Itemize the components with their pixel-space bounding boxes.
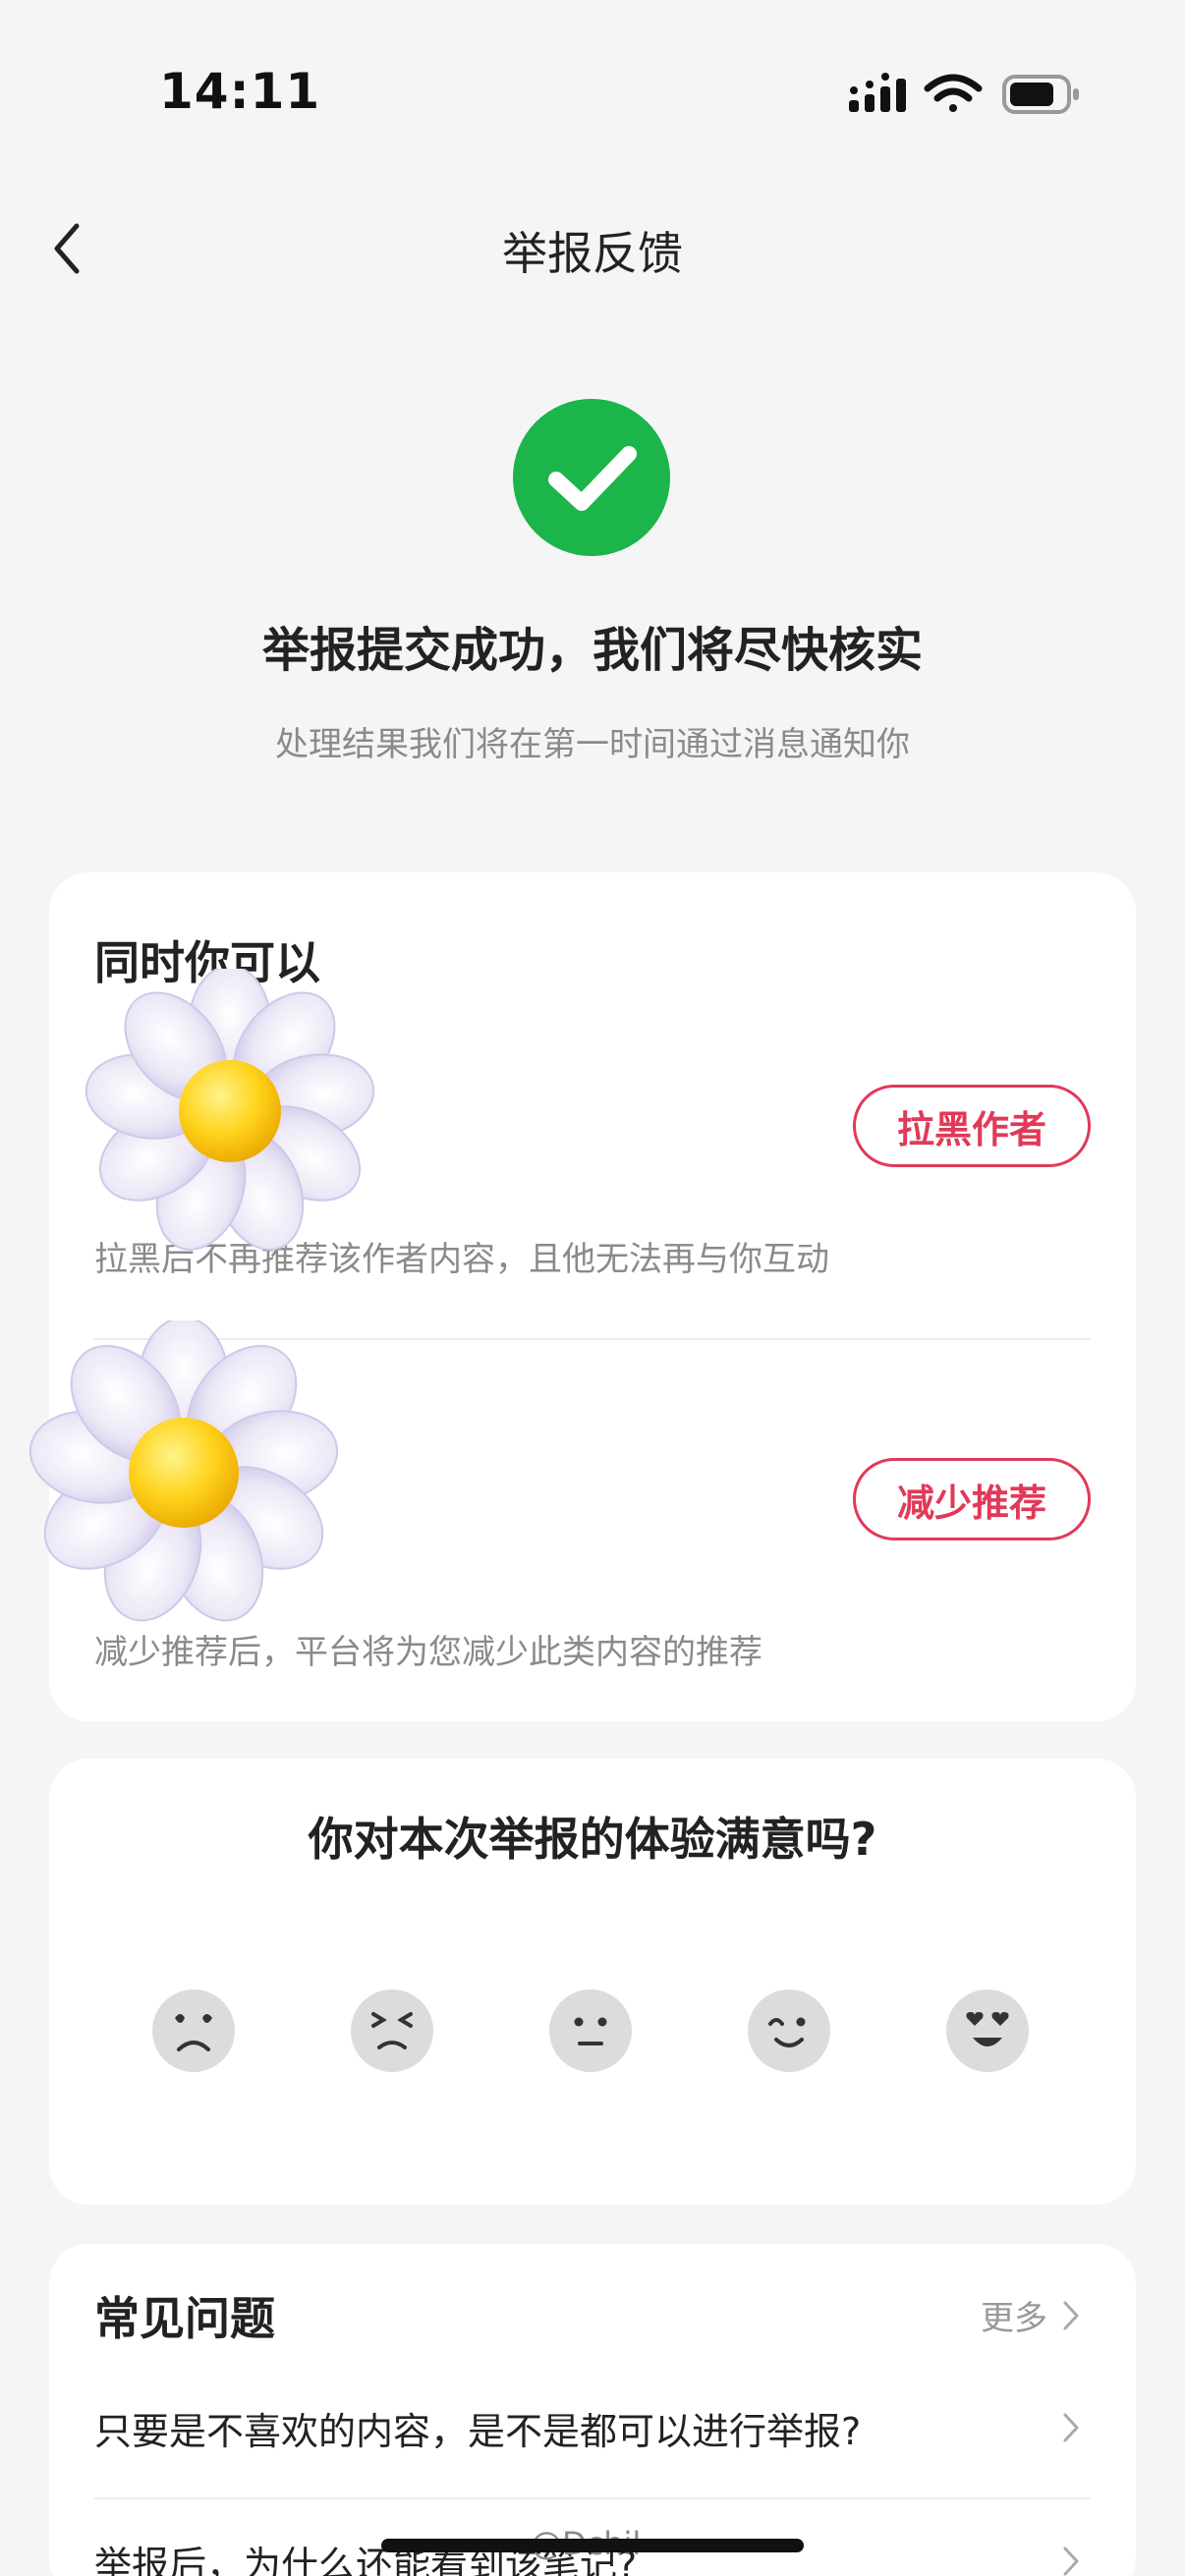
signal-icon bbox=[849, 73, 906, 112]
success-subtitle: 处理结果我们将在第一时间通过消息通知你 bbox=[275, 725, 910, 764]
reduce-recommend-description: 减少推荐后，平台将为您减少此类内容的推荐 bbox=[94, 1633, 762, 1672]
home-indicator bbox=[381, 2539, 804, 2552]
flower-sticker-icon bbox=[28, 1320, 339, 1622]
reduce-recommend-button[interactable]: 减少推荐 bbox=[853, 1458, 1091, 1540]
chevron-right-icon bbox=[1063, 2301, 1079, 2330]
unsatisfied-emoji[interactable] bbox=[350, 1988, 434, 2073]
report-feedback-page: 14:11 举报反馈 举报提交成功，我们将尽快核实 处理结果我们将在第一时间通过… bbox=[0, 0, 1185, 2576]
survey-title: 你对本次举报的体验满意吗? bbox=[308, 1813, 877, 1866]
very-satisfied-emoji[interactable] bbox=[945, 1988, 1030, 2073]
status-time: 14:11 bbox=[159, 63, 321, 120]
wifi-icon bbox=[924, 74, 983, 112]
battery-icon bbox=[1002, 75, 1079, 114]
chevron-right-icon bbox=[1063, 2547, 1079, 2576]
divider bbox=[94, 2497, 1091, 2499]
chevron-right-icon bbox=[1063, 2413, 1079, 2442]
neutral-emoji[interactable] bbox=[548, 1988, 633, 2073]
satisfied-emoji[interactable] bbox=[747, 1988, 831, 2073]
faq-title: 常见问题 bbox=[94, 2292, 275, 2345]
block-author-button[interactable]: 拉黑作者 bbox=[853, 1085, 1091, 1167]
very-unsatisfied-emoji[interactable] bbox=[151, 1988, 236, 2073]
satisfaction-card: 你对本次举报的体验满意吗? bbox=[49, 1759, 1136, 2205]
faq-more-link[interactable]: 更多 bbox=[981, 2291, 1047, 2339]
faq-question[interactable]: 只要是不喜欢的内容，是不是都可以进行举报? bbox=[94, 2401, 861, 2455]
check-circle-icon bbox=[513, 399, 670, 556]
flower-sticker-icon bbox=[85, 969, 375, 1251]
status-icons bbox=[849, 73, 1079, 114]
success-title: 举报提交成功，我们将尽快核实 bbox=[261, 623, 923, 678]
page-title: 举报反馈 bbox=[502, 227, 683, 280]
